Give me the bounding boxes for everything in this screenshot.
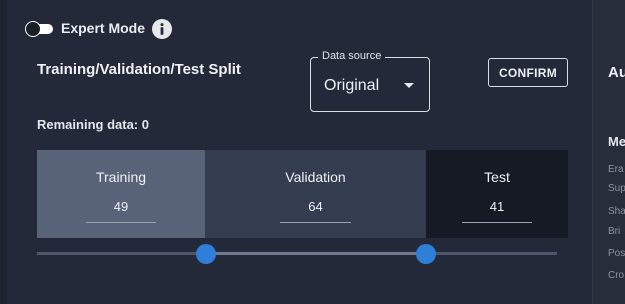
left-edge-panel xyxy=(0,0,7,304)
expert-mode-toggle[interactable] xyxy=(25,21,53,37)
confirm-button[interactable]: CONFIRM xyxy=(488,58,568,87)
expert-mode-label: Expert Mode xyxy=(61,20,146,36)
toggle-knob xyxy=(25,21,41,37)
right-panel-item[interactable]: Pos xyxy=(608,248,625,259)
data-source-legend: Data source xyxy=(318,50,386,62)
right-panel-item[interactable]: Cro xyxy=(608,270,624,281)
test-value-input[interactable]: 41 xyxy=(462,199,532,223)
caret-down-icon[interactable] xyxy=(404,83,414,88)
training-value-input[interactable]: 49 xyxy=(86,199,156,223)
slider-thumb-train-validation[interactable] xyxy=(196,244,216,264)
validation-value-input[interactable]: 64 xyxy=(280,199,351,223)
test-split-block: Test 41 xyxy=(426,150,568,238)
validation-label: Validation xyxy=(285,169,346,185)
split-slider-active-range xyxy=(206,252,426,255)
data-source-value[interactable]: Original xyxy=(324,77,379,95)
right-panel-item[interactable]: Bri xyxy=(608,226,620,237)
info-icon[interactable] xyxy=(152,19,172,39)
split-title: Training/Validation/Test Split xyxy=(37,61,241,78)
right-panel-item[interactable]: Sha xyxy=(608,206,625,217)
training-label: Training xyxy=(95,169,147,185)
slider-thumb-validation-test[interactable] xyxy=(416,244,436,264)
validation-split-block: Validation 64 xyxy=(205,150,426,238)
training-split-block: Training 49 xyxy=(37,150,205,238)
right-panel-title: Au xyxy=(608,64,625,81)
right-panel-subtitle: Me xyxy=(608,134,625,149)
right-panel-item[interactable]: Era xyxy=(608,164,624,175)
right-panel-item[interactable]: Sup xyxy=(608,183,625,194)
remaining-data-text: Remaining data: 0 xyxy=(37,117,149,132)
test-label: Test xyxy=(484,169,510,185)
